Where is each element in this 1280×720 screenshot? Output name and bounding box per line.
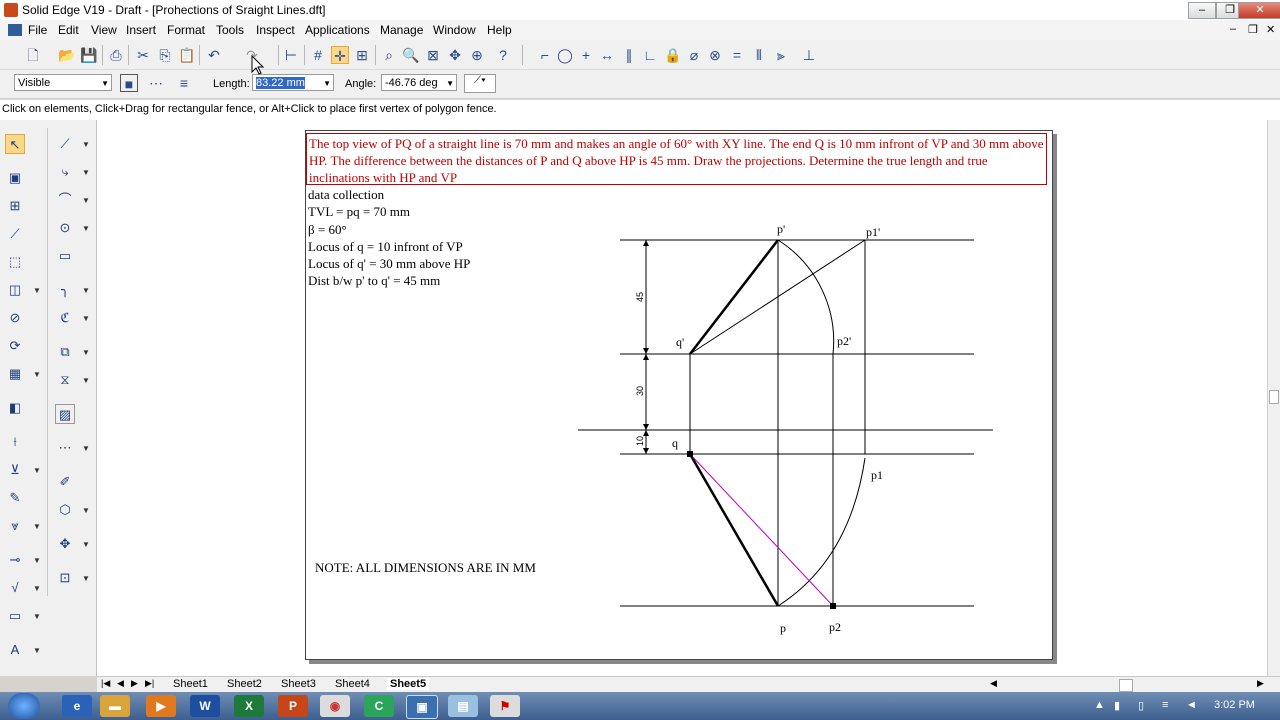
tab-sheet5[interactable]: Sheet5 <box>387 678 430 690</box>
solid-edge-task-icon[interactable]: ▣ <box>406 695 438 719</box>
acrobat-icon[interactable]: ⚑ <box>490 695 520 717</box>
volume-icon[interactable]: ◄ <box>1186 699 1197 711</box>
tab-nav-first[interactable]: |◀ <box>101 678 110 689</box>
tab-nav-prev[interactable]: ◀ <box>117 678 124 689</box>
dim-45-text: 45 <box>635 292 645 302</box>
tab-sheet3[interactable]: Sheet3 <box>281 678 316 690</box>
label-p-dash: p' <box>777 222 785 236</box>
true-length-top-line <box>689 453 834 607</box>
hscroll-right[interactable]: ▶ <box>1257 678 1264 689</box>
powerpoint-icon[interactable]: P <box>278 695 308 717</box>
start-button[interactable] <box>8 693 40 719</box>
front-view-line <box>689 239 779 355</box>
tab-nav-last[interactable]: ▶| <box>145 678 154 689</box>
hscroll-left[interactable]: ◀ <box>990 678 997 689</box>
folder-task-icon[interactable]: ▤ <box>448 695 478 717</box>
arrow-head <box>643 240 649 246</box>
label-p2-dash: p2' <box>837 334 851 348</box>
explorer-icon[interactable]: ▬ <box>100 695 130 717</box>
taskbar: e ▬ ▶ W X P ◉ C ▣ ▤ ⚑ ▲ ▮ ▯ ≡ ◄ 3:02 PM <box>0 692 1280 720</box>
dim-10-text: 10 <box>635 436 645 446</box>
tab-sheet4[interactable]: Sheet4 <box>335 678 370 690</box>
mouse-cursor-icon <box>251 54 265 75</box>
sheet-tabs-bar: |◀ ◀ ▶ ▶| Sheet1 Sheet2 Sheet3 Sheet4 Sh… <box>97 676 1280 693</box>
scroll-thumb[interactable] <box>1269 390 1279 404</box>
label-p1-dash: p1' <box>866 225 880 239</box>
arrow-head <box>643 354 649 360</box>
label-q-dash: q' <box>676 335 684 349</box>
label-q: q <box>672 436 678 450</box>
hscroll-thumb[interactable] <box>1119 679 1133 692</box>
arrow-head <box>643 430 649 436</box>
label-p2: p2 <box>829 620 841 634</box>
ie-icon[interactable]: e <box>62 695 92 717</box>
network-icon[interactable]: ▮ <box>1114 699 1120 712</box>
tab-sheet1[interactable]: Sheet1 <box>173 678 208 690</box>
arrow-head <box>643 424 649 430</box>
handle-p2 <box>830 603 836 609</box>
locus-arc-bottom <box>777 457 866 607</box>
projection-drawing: p' p1' q' p2' q p1 p p2 45 30 10 <box>251 54 993 635</box>
app-green-icon[interactable]: C <box>364 695 394 717</box>
word-icon[interactable]: W <box>190 695 220 717</box>
battery-icon[interactable]: ▯ <box>1138 699 1144 712</box>
signal-icon[interactable]: ≡ <box>1162 699 1168 711</box>
vertical-scrollbar[interactable] <box>1267 120 1280 676</box>
dim-30-text: 30 <box>635 386 645 396</box>
clock[interactable]: 3:02 PM <box>1214 699 1255 711</box>
label-p1: p1 <box>871 468 883 482</box>
tab-nav-next[interactable]: ▶ <box>131 678 138 689</box>
show-hidden-icons[interactable]: ▲ <box>1094 699 1105 711</box>
excel-icon[interactable]: X <box>234 695 264 717</box>
label-p: p <box>780 621 786 635</box>
arrow-head <box>643 448 649 454</box>
tab-sheet2[interactable]: Sheet2 <box>227 678 262 690</box>
handle-q <box>687 451 693 457</box>
top-view-line <box>688 453 780 607</box>
media-player-icon[interactable]: ▶ <box>146 695 176 717</box>
arrow-head <box>643 348 649 354</box>
locus-arc-top <box>777 239 835 355</box>
chrome-icon[interactable]: ◉ <box>320 695 350 717</box>
